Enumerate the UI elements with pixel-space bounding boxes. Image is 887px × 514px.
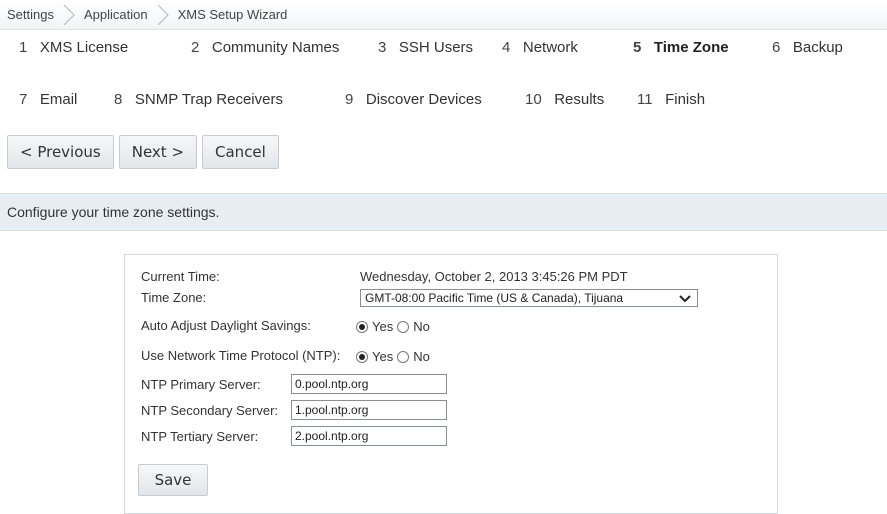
ntp-secondary-label: NTP Secondary Server:	[141, 403, 279, 418]
ntp-no-radio[interactable]	[397, 350, 410, 363]
daylight-label: Auto Adjust Daylight Savings:	[141, 318, 311, 333]
wizard-nav: < Previous Next > Cancel	[7, 135, 279, 169]
ntp-no-option[interactable]: No	[397, 349, 430, 364]
daylight-no-option[interactable]: No	[397, 319, 430, 334]
step-finish[interactable]: 11 Finish	[637, 91, 705, 108]
step-snmp-trap-receivers[interactable]: 8 SNMP Trap Receivers	[114, 91, 283, 108]
step-discover-devices[interactable]: 9 Discover Devices	[345, 91, 482, 108]
next-button[interactable]: Next >	[118, 135, 198, 169]
step-backup[interactable]: 6 Backup	[772, 39, 843, 56]
ntp-primary-label: NTP Primary Server:	[141, 377, 261, 392]
ntp-yes-option[interactable]: Yes	[356, 349, 393, 364]
step-xms-license[interactable]: 1 XMS License	[19, 39, 128, 56]
time-zone-panel: Current Time: Wednesday, October 2, 2013…	[124, 254, 778, 514]
daylight-yes-radio[interactable]	[356, 320, 368, 333]
ntp-yes-radio[interactable]	[356, 350, 368, 363]
step-ssh-users[interactable]: 3 SSH Users	[378, 39, 473, 56]
ntp-radio-group: Yes No	[356, 349, 434, 364]
breadcrumb-settings[interactable]: Settings	[7, 7, 54, 22]
ntp-tertiary-label: NTP Tertiary Server:	[141, 429, 259, 444]
step-community-names[interactable]: 2 Community Names	[191, 39, 339, 56]
current-time-label: Current Time:	[141, 269, 220, 284]
cancel-button[interactable]: Cancel	[202, 135, 279, 169]
breadcrumb-application[interactable]: Application	[84, 7, 148, 22]
daylight-yes-option[interactable]: Yes	[356, 319, 393, 334]
step-results[interactable]: 10 Results	[525, 91, 604, 108]
breadcrumb-xms-setup-wizard: XMS Setup Wizard	[177, 7, 288, 22]
save-button[interactable]: Save	[138, 464, 208, 496]
time-zone-select[interactable]: GMT-08:00 Pacific Time (US & Canada), Ti…	[360, 289, 698, 307]
ntp-secondary-input[interactable]	[291, 400, 447, 420]
step-network[interactable]: 4 Network	[502, 39, 578, 56]
time-zone-label: Time Zone:	[141, 290, 207, 305]
info-text: Configure your time zone settings.	[7, 204, 220, 220]
chevron-right-icon	[62, 4, 76, 26]
chevron-right-icon	[156, 4, 170, 26]
ntp-label: Use Network Time Protocol (NTP):	[141, 348, 341, 363]
ntp-tertiary-input[interactable]	[291, 426, 447, 446]
info-bar: Configure your time zone settings.	[0, 193, 887, 231]
ntp-primary-input[interactable]	[291, 374, 447, 394]
step-time-zone[interactable]: 5 Time Zone	[633, 39, 729, 56]
time-zone-selected: GMT-08:00 Pacific Time (US & Canada), Ti…	[365, 291, 624, 305]
current-time-value: Wednesday, October 2, 2013 3:45:26 PM PD…	[360, 269, 628, 284]
daylight-no-radio[interactable]	[397, 320, 410, 333]
daylight-radio-group: Yes No	[356, 319, 434, 334]
previous-button[interactable]: < Previous	[7, 135, 114, 169]
chevron-down-icon	[679, 293, 691, 307]
step-email[interactable]: 7 Email	[19, 91, 77, 108]
breadcrumb: Settings Application XMS Setup Wizard	[0, 0, 887, 30]
